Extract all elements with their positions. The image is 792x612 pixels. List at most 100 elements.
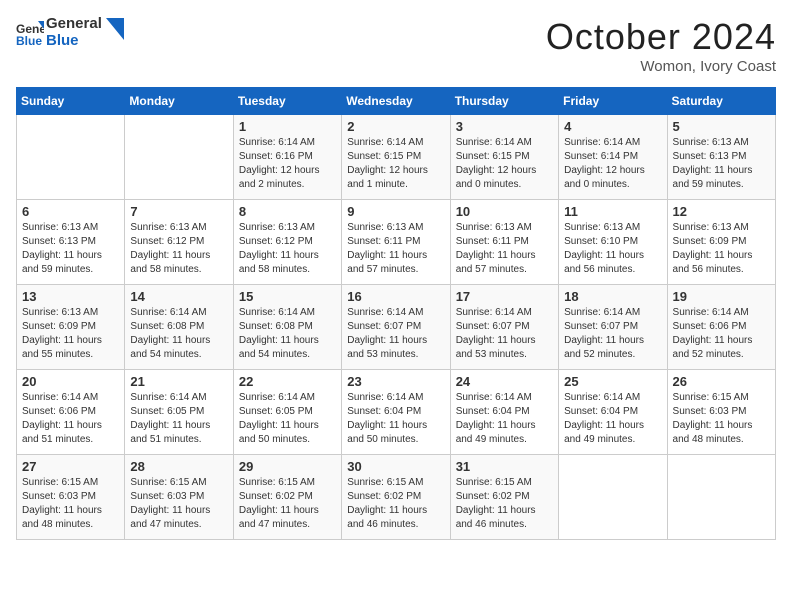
day-number: 31	[456, 459, 553, 474]
day-info: Sunrise: 6:14 AM Sunset: 6:06 PM Dayligh…	[673, 306, 770, 362]
day-number: 7	[130, 204, 227, 219]
page-header: General Blue General Blue October 2024 W…	[16, 16, 776, 75]
calendar-cell: 9Sunrise: 6:13 AM Sunset: 6:11 PM Daylig…	[342, 200, 450, 285]
day-info: Sunrise: 6:14 AM Sunset: 6:07 PM Dayligh…	[564, 306, 661, 362]
day-info: Sunrise: 6:14 AM Sunset: 6:05 PM Dayligh…	[239, 391, 336, 447]
day-info: Sunrise: 6:14 AM Sunset: 6:05 PM Dayligh…	[130, 391, 227, 447]
calendar-cell: 20Sunrise: 6:14 AM Sunset: 6:06 PM Dayli…	[17, 370, 125, 455]
calendar-cell: 24 Sunrise: 6:14 AM Sunset: 6:04 PM Dayli…	[450, 370, 558, 455]
day-number: 9	[347, 204, 444, 219]
calendar-cell: 8 Sunrise: 6:13 AM Sunset: 6:12 PM Daylig…	[233, 200, 341, 285]
day-number: 14	[130, 289, 227, 304]
day-info: Sunrise: 6:14 AM Sunset: 6:04 PM Dayligh…	[347, 391, 444, 447]
day-number: 8	[239, 204, 336, 219]
calendar-week-row: 6Sunrise: 6:13 AM Sunset: 6:13 PM Daylig…	[17, 200, 776, 285]
logo-general: General	[46, 16, 102, 33]
day-info: Sunrise: 6:15 AM Sunset: 6:02 PM Dayligh…	[347, 476, 444, 532]
day-number: 11	[564, 204, 661, 219]
day-info: Sunrise: 6:14 AM Sunset: 6:16 PM Dayligh…	[239, 136, 336, 192]
day-info: Sunrise: 6:14 AM Sunset: 6:14 PM Dayligh…	[564, 136, 661, 192]
header-cell-sunday: Sunday	[17, 88, 125, 115]
day-number: 3	[456, 119, 553, 134]
day-number: 27	[22, 459, 119, 474]
day-info: Sunrise: 6:14 AM Sunset: 6:15 PM Dayligh…	[347, 136, 444, 192]
calendar-cell: 11 Sunrise: 6:13 AM Sunset: 6:10 PM Dayli…	[559, 200, 667, 285]
day-info: Sunrise: 6:13 AM Sunset: 6:12 PM Dayligh…	[130, 221, 227, 277]
calendar-cell: 2 Sunrise: 6:14 AM Sunset: 6:15 PM Daylig…	[342, 115, 450, 200]
day-number: 15	[239, 289, 336, 304]
day-number: 17	[456, 289, 553, 304]
calendar-body: 1 Sunrise: 6:14 AM Sunset: 6:16 PM Daylig…	[17, 115, 776, 540]
logo: General Blue General Blue	[16, 16, 124, 49]
calendar-header-row: SundayMondayTuesdayWednesdayThursdayFrid…	[17, 88, 776, 115]
day-number: 30	[347, 459, 444, 474]
calendar-cell: 18 Sunrise: 6:14 AM Sunset: 6:07 PM Dayli…	[559, 285, 667, 370]
calendar-cell: 15 Sunrise: 6:14 AM Sunset: 6:08 PM Dayli…	[233, 285, 341, 370]
calendar-cell: 28Sunrise: 6:15 AM Sunset: 6:03 PM Dayli…	[125, 455, 233, 540]
day-number: 28	[130, 459, 227, 474]
day-info: Sunrise: 6:13 AM Sunset: 6:09 PM Dayligh…	[673, 221, 770, 277]
day-info: Sunrise: 6:14 AM Sunset: 6:04 PM Dayligh…	[456, 391, 553, 447]
day-number: 21	[130, 374, 227, 389]
day-number: 12	[673, 204, 770, 219]
calendar-cell: 19 Sunrise: 6:14 AM Sunset: 6:06 PM Dayli…	[667, 285, 775, 370]
day-number: 6	[22, 204, 119, 219]
day-number: 25	[564, 374, 661, 389]
day-number: 5	[673, 119, 770, 134]
calendar-cell: 30 Sunrise: 6:15 AM Sunset: 6:02 PM Dayli…	[342, 455, 450, 540]
calendar-cell: 21 Sunrise: 6:14 AM Sunset: 6:05 PM Dayli…	[125, 370, 233, 455]
header-cell-friday: Friday	[559, 88, 667, 115]
day-number: 2	[347, 119, 444, 134]
day-info: Sunrise: 6:13 AM Sunset: 6:09 PM Dayligh…	[22, 306, 119, 362]
header-cell-monday: Monday	[125, 88, 233, 115]
day-info: Sunrise: 6:15 AM Sunset: 6:02 PM Dayligh…	[456, 476, 553, 532]
calendar-cell	[125, 115, 233, 200]
calendar-cell: 16Sunrise: 6:14 AM Sunset: 6:07 PM Dayli…	[342, 285, 450, 370]
day-info: Sunrise: 6:14 AM Sunset: 6:06 PM Dayligh…	[22, 391, 119, 447]
title-block: October 2024 Womon, Ivory Coast	[546, 16, 776, 75]
day-info: Sunrise: 6:14 AM Sunset: 6:07 PM Dayligh…	[347, 306, 444, 362]
calendar-cell: 31 Sunrise: 6:15 AM Sunset: 6:02 PM Dayli…	[450, 455, 558, 540]
calendar-cell: 29Sunrise: 6:15 AM Sunset: 6:02 PM Dayli…	[233, 455, 341, 540]
day-info: Sunrise: 6:13 AM Sunset: 6:11 PM Dayligh…	[456, 221, 553, 277]
day-info: Sunrise: 6:15 AM Sunset: 6:02 PM Dayligh…	[239, 476, 336, 532]
day-number: 26	[673, 374, 770, 389]
month-title: October 2024	[546, 16, 776, 58]
day-info: Sunrise: 6:13 AM Sunset: 6:13 PM Dayligh…	[673, 136, 770, 192]
calendar-cell: 13 Sunrise: 6:13 AM Sunset: 6:09 PM Dayli…	[17, 285, 125, 370]
day-info: Sunrise: 6:13 AM Sunset: 6:10 PM Dayligh…	[564, 221, 661, 277]
calendar-cell: 1 Sunrise: 6:14 AM Sunset: 6:16 PM Daylig…	[233, 115, 341, 200]
day-number: 22	[239, 374, 336, 389]
day-info: Sunrise: 6:15 AM Sunset: 6:03 PM Dayligh…	[22, 476, 119, 532]
calendar-week-row: 27 Sunrise: 6:15 AM Sunset: 6:03 PM Dayli…	[17, 455, 776, 540]
calendar-cell: 4 Sunrise: 6:14 AM Sunset: 6:14 PM Daylig…	[559, 115, 667, 200]
day-number: 18	[564, 289, 661, 304]
logo-blue: Blue	[46, 33, 102, 50]
day-number: 13	[22, 289, 119, 304]
header-cell-wednesday: Wednesday	[342, 88, 450, 115]
calendar-cell: 3 Sunrise: 6:14 AM Sunset: 6:15 PM Daylig…	[450, 115, 558, 200]
day-number: 19	[673, 289, 770, 304]
calendar-cell: 5 Sunrise: 6:13 AM Sunset: 6:13 PM Daylig…	[667, 115, 775, 200]
header-cell-saturday: Saturday	[667, 88, 775, 115]
calendar-cell: 26Sunrise: 6:15 AM Sunset: 6:03 PM Dayli…	[667, 370, 775, 455]
location-label: Womon, Ivory Coast	[546, 58, 776, 75]
day-number: 4	[564, 119, 661, 134]
day-info: Sunrise: 6:14 AM Sunset: 6:08 PM Dayligh…	[239, 306, 336, 362]
day-info: Sunrise: 6:13 AM Sunset: 6:12 PM Dayligh…	[239, 221, 336, 277]
day-number: 23	[347, 374, 444, 389]
day-number: 24	[456, 374, 553, 389]
day-number: 10	[456, 204, 553, 219]
calendar-cell: 6Sunrise: 6:13 AM Sunset: 6:13 PM Daylig…	[17, 200, 125, 285]
calendar-cell: 17Sunrise: 6:14 AM Sunset: 6:07 PM Dayli…	[450, 285, 558, 370]
calendar-cell: 12 Sunrise: 6:13 AM Sunset: 6:09 PM Dayli…	[667, 200, 775, 285]
day-number: 1	[239, 119, 336, 134]
day-info: Sunrise: 6:14 AM Sunset: 6:08 PM Dayligh…	[130, 306, 227, 362]
calendar-cell	[559, 455, 667, 540]
calendar-cell: 27 Sunrise: 6:15 AM Sunset: 6:03 PM Dayli…	[17, 455, 125, 540]
calendar-week-row: 13 Sunrise: 6:13 AM Sunset: 6:09 PM Dayli…	[17, 285, 776, 370]
day-info: Sunrise: 6:14 AM Sunset: 6:15 PM Dayligh…	[456, 136, 553, 192]
calendar-cell: 23 Sunrise: 6:14 AM Sunset: 6:04 PM Dayli…	[342, 370, 450, 455]
logo-icon: General Blue	[16, 19, 44, 47]
calendar-cell: 10 Sunrise: 6:13 AM Sunset: 6:11 PM Dayli…	[450, 200, 558, 285]
